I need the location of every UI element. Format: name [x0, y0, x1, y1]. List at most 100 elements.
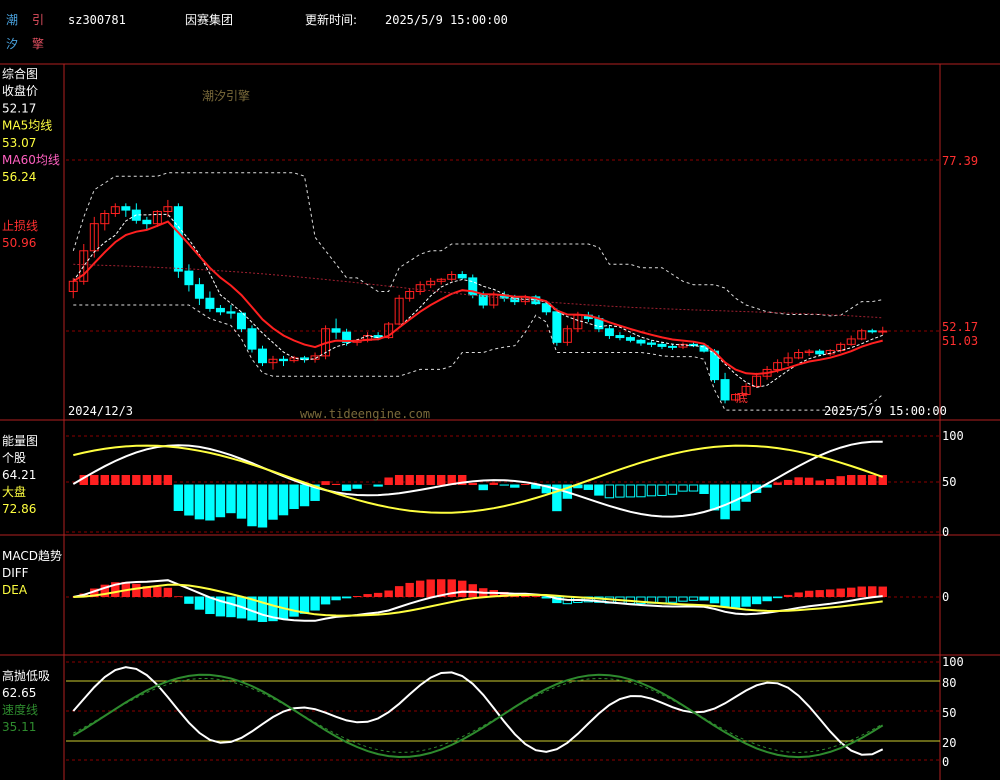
macd-bar: [688, 596, 699, 601]
watermark-url: www.tideengine.com: [300, 407, 430, 421]
tick-label: 0: [942, 755, 949, 769]
macd-bar: [783, 594, 793, 597]
macd-panel-labels: MACD趋势 DIFF DEA: [2, 549, 62, 597]
energy-bar: [247, 484, 257, 527]
stop-line: [72, 220, 883, 376]
macd-bar: [794, 592, 803, 597]
energy-bar: [321, 481, 330, 485]
candle-body: [247, 328, 257, 350]
macd-bar: [341, 596, 352, 599]
candle-body: [457, 274, 467, 279]
macd-bar: [394, 586, 404, 597]
candle-body: [625, 337, 635, 341]
candle-body: [279, 358, 289, 362]
macd-bar: [667, 596, 678, 603]
candle-body: [604, 328, 614, 337]
macd-bar: [531, 596, 541, 597]
energy-bar: [794, 477, 803, 485]
speed-line: [72, 673, 884, 759]
energy-bar: [173, 484, 184, 511]
ma5-line: [72, 213, 883, 388]
axis-high-label: 77.39: [942, 154, 978, 168]
candle-body: [257, 348, 267, 364]
stock-name: 因赛集团: [185, 12, 233, 27]
ma60-line: [73, 263, 883, 319]
energy-bar: [257, 484, 268, 528]
energy-bar: [268, 484, 278, 520]
macd-bar: [174, 596, 183, 597]
update-label: 更新时间:: [305, 12, 357, 27]
energy-bar: [804, 477, 814, 485]
energy-bar: [489, 482, 498, 485]
side-label: 速度线: [2, 702, 38, 717]
energy-bar: [289, 484, 299, 510]
macd-bar: [804, 590, 814, 597]
tick-label: 100: [942, 429, 964, 443]
ma-lines: [72, 213, 883, 388]
side-label: 收盘价: [2, 83, 38, 98]
macd-bar: [847, 587, 856, 597]
candle-body: [215, 307, 225, 313]
logo-char: 潮: [6, 12, 18, 27]
macd-bar: [709, 596, 720, 604]
energy-bar: [825, 479, 835, 485]
macd-bar: [720, 596, 730, 607]
candle-body: [667, 345, 677, 348]
candle-body: [552, 311, 562, 343]
candle-body: [236, 312, 246, 330]
energy-bar: [384, 477, 393, 485]
update-time: 2025/5/9 15:00:00: [385, 13, 508, 27]
panel-frames: [0, 63, 1000, 780]
macd-bar: [751, 596, 762, 605]
tick-label: 100: [942, 655, 964, 669]
side-label: 综合图: [2, 66, 38, 81]
lower-band: [73, 304, 884, 411]
macd-bar: [415, 580, 425, 597]
macd-bar: [741, 596, 751, 607]
tick-label: 50: [942, 706, 956, 720]
macd-bar: [857, 586, 866, 597]
energy-panel: 100 50 0: [72, 429, 964, 539]
energy-bar: [657, 484, 667, 496]
side-label: DIFF: [2, 566, 29, 580]
energy-bar: [236, 484, 247, 519]
candle-body: [720, 379, 730, 401]
energy-bar: [615, 484, 625, 498]
energy-bar: [132, 475, 141, 485]
macd-bar: [310, 596, 320, 611]
energy-bar: [636, 484, 646, 498]
candle-body: [142, 219, 152, 225]
side-label: MA5均线: [2, 119, 52, 133]
candle-body: [878, 330, 888, 333]
macd-bar: [384, 590, 393, 597]
side-label: 能量图: [2, 434, 38, 448]
energy-bar: [405, 475, 414, 485]
macd-bar: [825, 589, 835, 597]
candle-body: [815, 350, 825, 355]
side-label: 56.24: [2, 170, 36, 184]
tick-label: 80: [942, 676, 956, 690]
energy-bar: [153, 475, 162, 485]
candle-body: [657, 343, 667, 347]
macd-bar: [363, 594, 372, 597]
macd-bar: [299, 596, 310, 614]
macd-bar: [352, 596, 362, 597]
candle-body: [331, 328, 341, 333]
macd-bar: [657, 596, 667, 604]
macd-bar: [405, 582, 414, 597]
candle-body: [194, 284, 204, 299]
gaopao-panel: 100 80 50 20 0: [72, 655, 964, 769]
axis-stop-label: 51.03: [942, 334, 978, 348]
side-label: 64.21: [2, 468, 36, 482]
side-label: MACD趋势: [2, 549, 62, 563]
macd-bar: [468, 584, 477, 597]
side-label: DEA: [2, 583, 28, 597]
macd-bar: [772, 596, 783, 599]
energy-bar: [90, 475, 99, 485]
candle-body: [867, 330, 877, 333]
logo: 潮引汐擎: [6, 12, 44, 51]
candle-body: [615, 335, 625, 339]
energy-bar: [299, 484, 310, 507]
logo-char: 汐: [6, 36, 18, 51]
watermark-logo-text: 潮汐引擎: [202, 88, 250, 103]
